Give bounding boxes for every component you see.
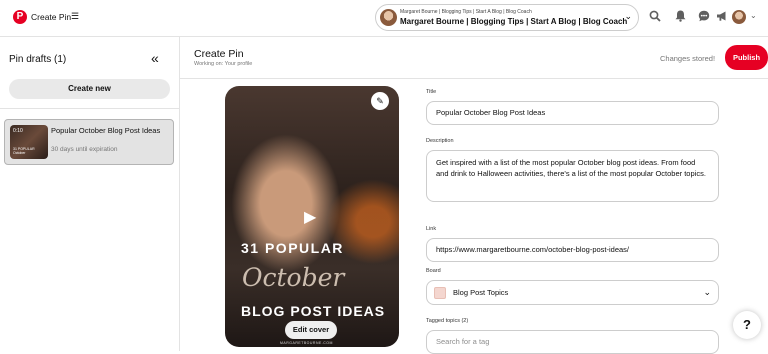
draft-duration: 0:10 [13,128,23,134]
bell-icon[interactable] [673,9,687,23]
divider [180,78,768,79]
edit-cover-button[interactable]: Edit cover [285,321,337,339]
create-new-button[interactable]: Create new [9,79,170,99]
preview-text-line1: 31 POPULAR [241,240,344,256]
avatar[interactable] [732,10,746,24]
title-field[interactable]: Popular October Blog Post Ideas [426,101,719,125]
chevron-down-icon: ⌄ [624,11,632,21]
menu-icon[interactable]: ☰ [71,11,79,22]
profile-name: Margaret Bourne | Blogging Tips | Start … [400,17,628,26]
chevron-down-icon[interactable]: ⌄ [750,11,757,20]
chat-icon[interactable] [697,9,711,23]
board-select[interactable]: Blog Post Topics ⌄ [426,280,719,305]
collapse-sidebar-icon[interactable]: « [151,50,159,66]
draft-count: (1) [54,54,67,65]
save-status: Changes stored! [660,54,716,63]
app-title: Create Pin [31,12,72,22]
play-icon[interactable]: ▶ [304,207,316,227]
tagged-topics-label: Tagged topics (2) [426,318,469,324]
search-icon[interactable] [648,9,662,23]
chevron-down-icon: ⌄ [703,287,711,297]
link-label: Link [426,226,437,232]
description-label: Description [426,138,454,144]
sidebar-title: Pin drafts (1) [9,54,66,65]
divider [0,108,180,109]
preview-text-line2: October [242,263,345,292]
sidebar-title-text: Pin drafts [9,54,52,65]
page-subtitle: Working on: Your profile [194,61,253,67]
publish-button[interactable]: Publish [725,45,768,70]
pencil-icon[interactable]: ✎ [371,92,389,110]
page-title: Create Pin [194,48,244,60]
draft-thumb-text: 31 POPULAR October [13,147,35,155]
draft-expiration: 30 days until expiration [51,146,118,153]
draft-title: Popular October Blog Post Ideas [51,126,161,135]
profile-avatar [380,9,397,26]
pin-drafts-sidebar: Pin drafts (1) « Create new 0:10 31 POPU… [0,37,180,351]
preview-url: MARGARETBOURNE.COM [280,341,333,345]
description-field[interactable]: Get inspired with a list of the most pop… [426,150,719,202]
pinterest-logo-icon[interactable]: P [13,10,27,24]
board-thumbnail [434,287,446,299]
preview-text-line3: BLOG POST IDEAS [241,303,386,319]
board-label: Board [426,268,441,274]
title-label: Title [426,89,437,95]
draft-item[interactable]: 0:10 31 POPULAR October Popular October B… [4,119,174,165]
board-name: Blog Post Topics [453,288,509,297]
draft-thumbnail: 0:10 31 POPULAR October [10,125,48,159]
profile-subtitle: Margaret Bourne | Blogging Tips | Start … [400,9,532,15]
megaphone-icon[interactable] [715,9,729,23]
help-button[interactable]: ? [733,311,761,339]
tag-search-input[interactable]: Search for a tag [426,330,719,354]
top-bar: P Create Pin ☰ Margaret Bourne | Bloggin… [0,0,768,37]
link-field[interactable]: https://www.margaretbourne.com/october-b… [426,238,719,262]
profile-selector[interactable]: Margaret Bourne | Blogging Tips | Start … [375,4,639,31]
